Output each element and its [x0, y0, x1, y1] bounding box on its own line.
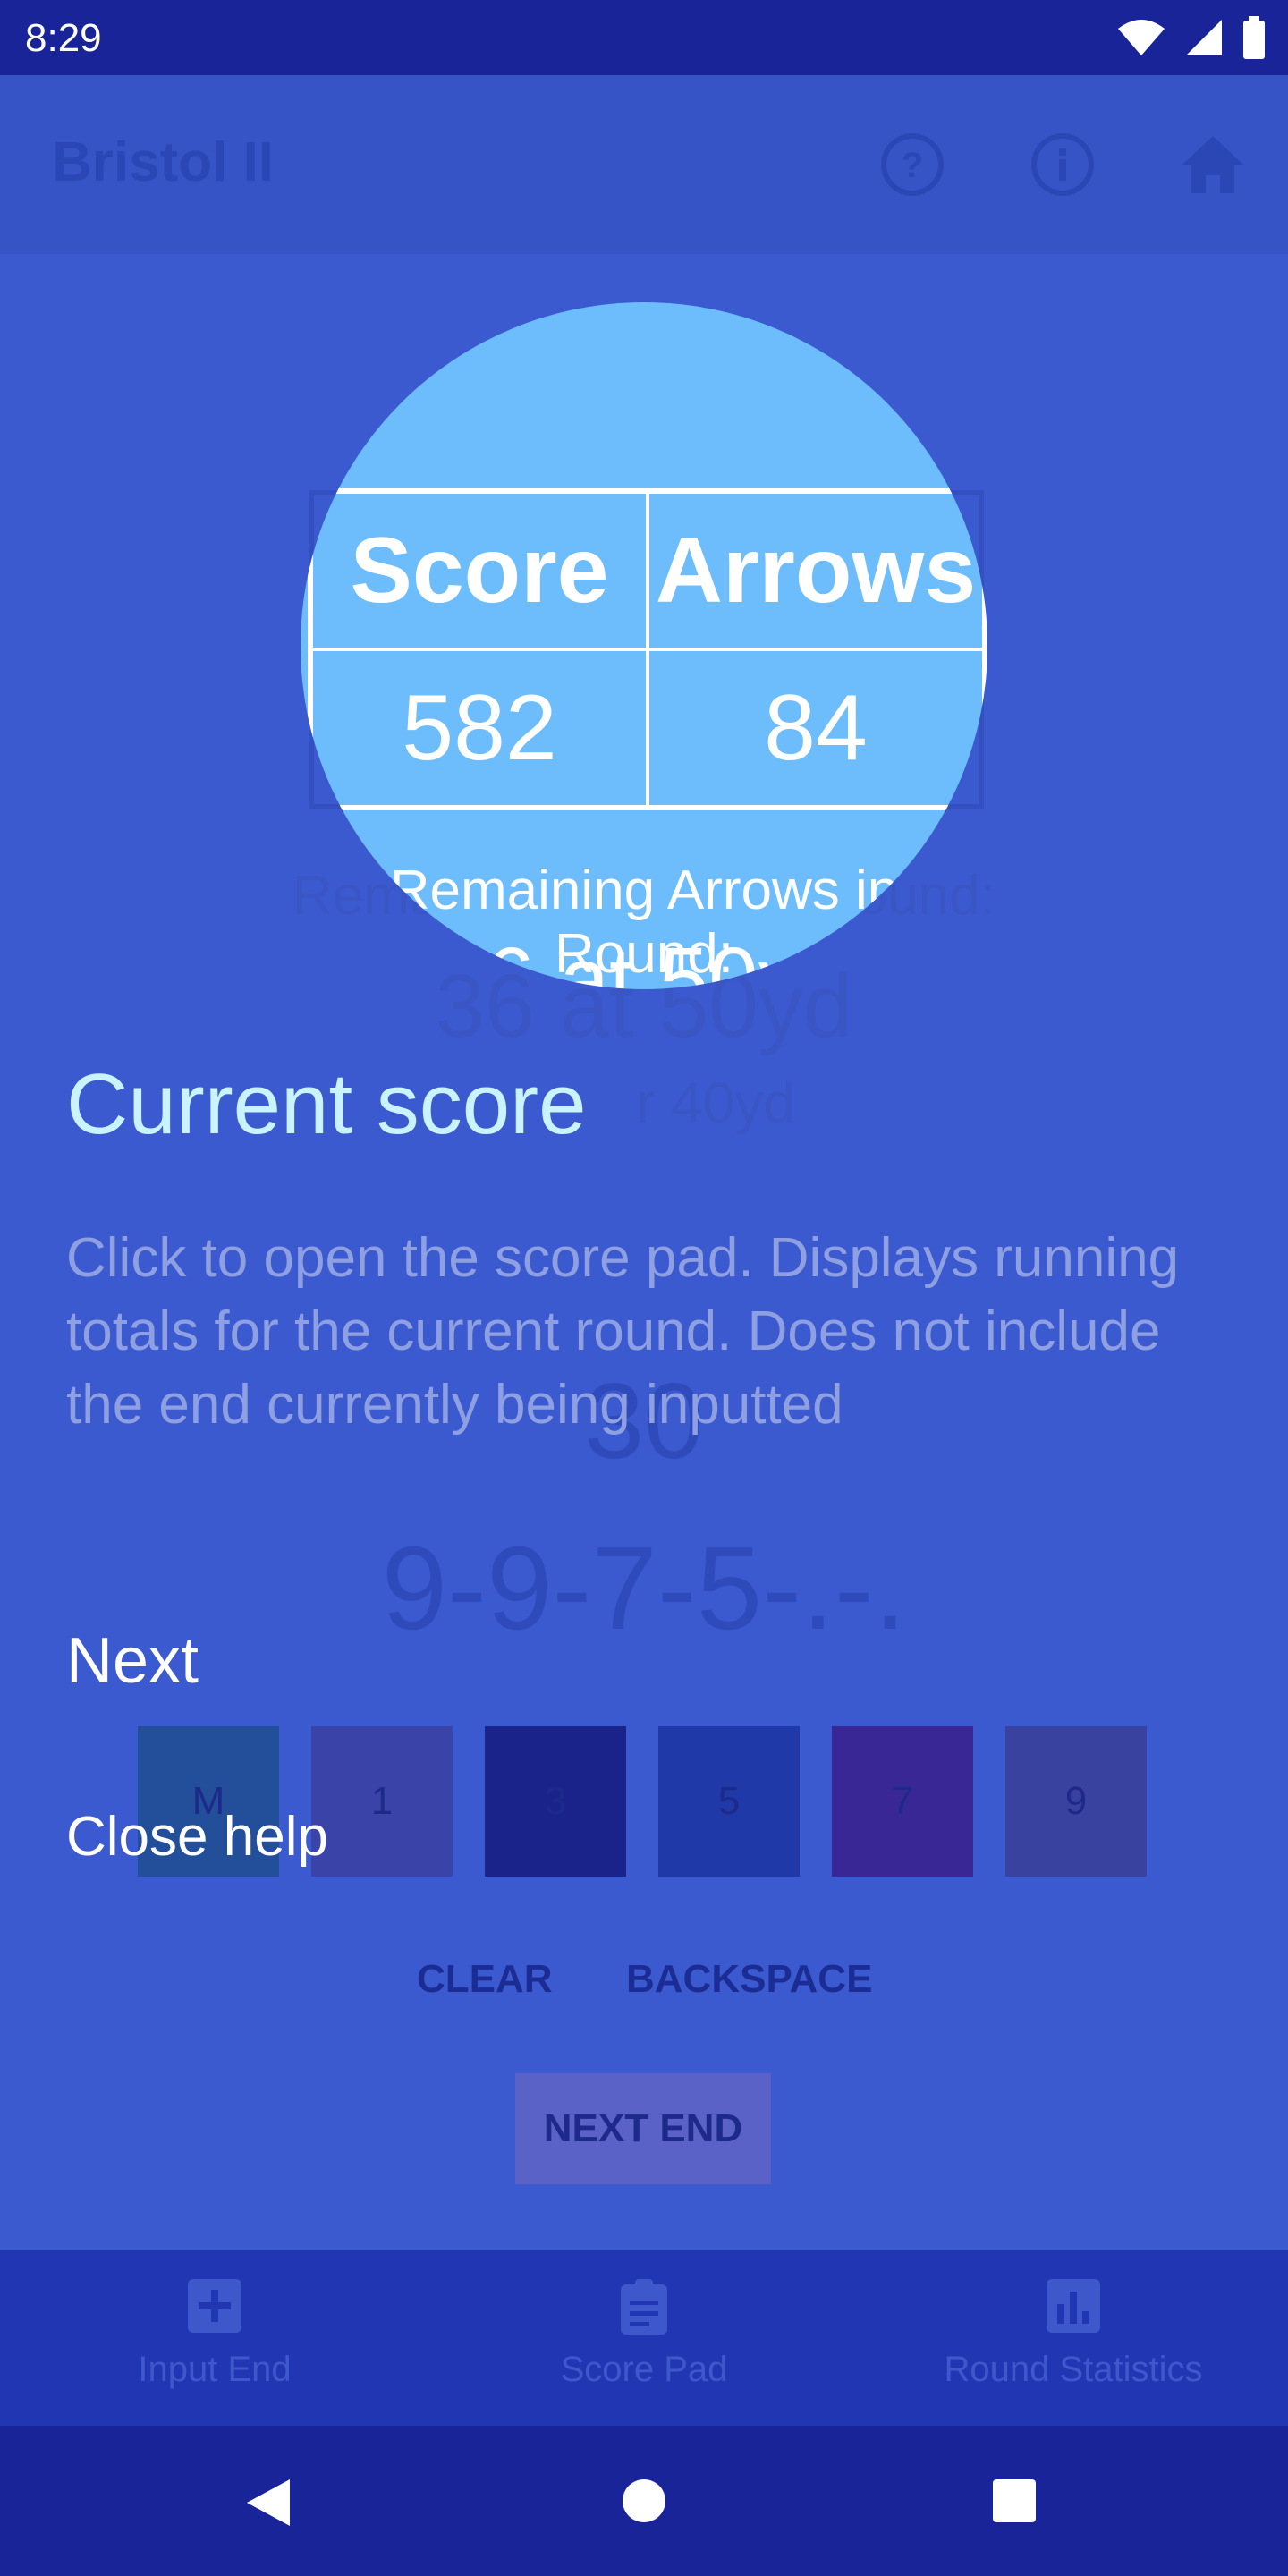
key-7[interactable]: 7 [832, 1726, 973, 1877]
key-1[interactable]: 1 [311, 1726, 453, 1877]
arrows-value: 84 [648, 649, 984, 807]
help-spotlight[interactable]: Score Arrows 582 84 Remaining Arrows in … [301, 302, 987, 989]
battery-icon [1243, 16, 1265, 59]
key-9[interactable]: 9 [1005, 1726, 1147, 1877]
help-next-button[interactable]: Next [66, 1624, 199, 1698]
clipboard-icon [621, 2279, 667, 2334]
info-icon[interactable] [1029, 131, 1097, 199]
score-header: Score [311, 492, 648, 649]
recents-square-icon[interactable] [991, 2478, 1038, 2524]
add-box-icon [188, 2279, 242, 2333]
bottom-navigation: Input End Score Pad Round Statistics [0, 2250, 1288, 2426]
backspace-button[interactable]: BACKSPACE [626, 1957, 872, 2002]
back-icon[interactable] [243, 2476, 293, 2529]
nav-input-end-label: Input End [138, 2350, 292, 2389]
bar-chart-icon [1046, 2279, 1100, 2333]
nav-input-end[interactable]: Input End [0, 2277, 429, 2390]
wifi-icon [1118, 20, 1165, 55]
key-3[interactable]: 3 [485, 1726, 626, 1877]
next-end-button[interactable]: NEXT END [515, 2073, 771, 2184]
svg-text:?: ? [902, 146, 923, 185]
spotlight-remaining-line-1: 36 at 50yd [435, 929, 853, 989]
score-value: 582 [311, 649, 648, 807]
nav-round-statistics-label: Round Statistics [944, 2350, 1203, 2389]
status-time: 8:29 [25, 16, 102, 60]
close-help-button[interactable]: Close help [66, 1805, 328, 1868]
signal-icon [1186, 20, 1222, 55]
help-icon[interactable]: ? [878, 131, 946, 199]
clear-button[interactable]: CLEAR [417, 1957, 553, 2002]
system-navigation-bar [0, 2426, 1288, 2576]
score-table[interactable]: Score Arrows 582 84 [308, 488, 987, 810]
app-bar: Bristol II ? [0, 75, 1288, 254]
nav-score-pad-label: Score Pad [560, 2350, 728, 2389]
help-title: Current score [66, 1056, 587, 1152]
nav-score-pad[interactable]: Score Pad [429, 2277, 859, 2390]
key-5[interactable]: 5 [658, 1726, 800, 1877]
nav-round-statistics[interactable]: Round Statistics [859, 2277, 1288, 2390]
app-title: Bristol II [52, 131, 275, 193]
status-bar: 8:29 [0, 0, 1288, 75]
help-description: Click to open the score pad. Displays ru… [66, 1227, 1180, 1436]
arrows-header: Arrows [648, 492, 984, 649]
home-circle-icon[interactable] [621, 2478, 667, 2524]
status-icons [1116, 16, 1267, 59]
home-icon[interactable] [1179, 131, 1247, 199]
